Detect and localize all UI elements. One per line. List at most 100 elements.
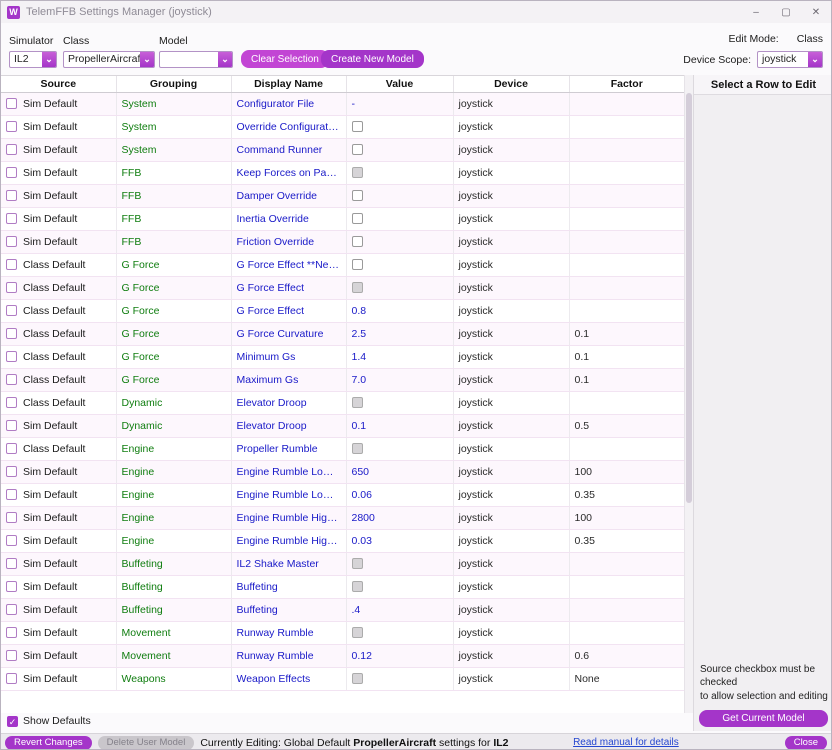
header-value[interactable]: Value: [346, 76, 453, 92]
row-source-checkbox[interactable]: [6, 351, 17, 362]
table-row[interactable]: Class DefaultEnginePropeller Rumblejoyst…: [1, 437, 684, 460]
row-source-checkbox[interactable]: [6, 489, 17, 500]
table-row[interactable]: Sim DefaultSystemConfigurator File-joyst…: [1, 92, 684, 115]
value-checkbox[interactable]: [352, 121, 363, 132]
chevron-down-icon: ⌄: [42, 52, 56, 67]
table-row[interactable]: Sim DefaultSystemCommand Runnerjoystick: [1, 138, 684, 161]
header-factor[interactable]: Factor: [569, 76, 684, 92]
row-source-checkbox[interactable]: [6, 236, 17, 247]
value-checkbox[interactable]: [352, 259, 363, 270]
grouping-cell: G Force: [116, 322, 231, 345]
row-source-checkbox[interactable]: [6, 305, 17, 316]
value-cell: [346, 552, 453, 575]
close-icon[interactable]: ✕: [801, 1, 831, 23]
source-label: Class Default: [23, 397, 85, 409]
row-source-checkbox[interactable]: [6, 282, 17, 293]
model-dropdown[interactable]: ⌄: [159, 51, 233, 68]
value-text: -: [352, 98, 356, 110]
value-checkbox: [352, 443, 363, 454]
row-source-checkbox[interactable]: [6, 558, 17, 569]
row-source-checkbox[interactable]: [6, 374, 17, 385]
table-row[interactable]: Sim DefaultBuffetingIL2 Shake Masterjoys…: [1, 552, 684, 575]
clear-selection-button[interactable]: Clear Selection: [241, 50, 329, 68]
value-checkbox[interactable]: [352, 236, 363, 247]
table-row[interactable]: Sim DefaultEngineEngine Rumble High Int.…: [1, 529, 684, 552]
table-row[interactable]: Class DefaultG ForceMinimum Gs1.4joystic…: [1, 345, 684, 368]
create-new-model-button[interactable]: Create New Model: [321, 50, 424, 68]
table-row[interactable]: Sim DefaultFFBInertia Overridejoystick: [1, 207, 684, 230]
value-checkbox[interactable]: [352, 144, 363, 155]
table-row[interactable]: Sim DefaultSystemOverride Configurator S…: [1, 115, 684, 138]
table-row[interactable]: Sim DefaultMovementRunway Rumble0.12joys…: [1, 644, 684, 667]
table-row[interactable]: Class DefaultG ForceG Force Effect **New…: [1, 253, 684, 276]
value-checkbox[interactable]: [352, 213, 363, 224]
simulator-dropdown[interactable]: IL2 ⌄: [9, 51, 57, 68]
row-source-checkbox[interactable]: [6, 98, 17, 109]
table-row[interactable]: Sim DefaultFFBDamper Overridejoystick: [1, 184, 684, 207]
row-source-checkbox[interactable]: [6, 144, 17, 155]
maximize-icon[interactable]: ▢: [771, 1, 801, 23]
table-row[interactable]: Sim DefaultWeaponsWeapon Effectsjoystick…: [1, 667, 684, 690]
source-label: Class Default: [23, 443, 85, 455]
row-source-checkbox[interactable]: [6, 604, 17, 615]
row-source-checkbox[interactable]: [6, 213, 17, 224]
header-device[interactable]: Device: [453, 76, 569, 92]
scrollbar-thumb[interactable]: [686, 93, 692, 503]
row-source-checkbox[interactable]: [6, 328, 17, 339]
row-source-checkbox[interactable]: [6, 466, 17, 477]
value-text: 650: [352, 466, 370, 478]
table-row[interactable]: Sim DefaultMovementRunway Rumblejoystick: [1, 621, 684, 644]
row-source-checkbox[interactable]: [6, 167, 17, 178]
table-row[interactable]: Sim DefaultEngineEngine Rumble High RP..…: [1, 506, 684, 529]
row-source-checkbox[interactable]: [6, 673, 17, 684]
table-row[interactable]: Sim DefaultEngineEngine Rumble Low Int..…: [1, 483, 684, 506]
header-source[interactable]: Source: [1, 76, 116, 92]
value-cell: [346, 230, 453, 253]
table-row[interactable]: Sim DefaultFFBFriction Overridejoystick: [1, 230, 684, 253]
row-source-checkbox[interactable]: [6, 627, 17, 638]
table-row[interactable]: Sim DefaultBuffetingBuffeting.4joystick: [1, 598, 684, 621]
show-defaults: ✓ Show Defaults: [7, 715, 91, 727]
display-name-cell: Buffeting: [231, 575, 346, 598]
revert-changes-button[interactable]: Revert Changes: [5, 736, 92, 750]
table-row[interactable]: Sim DefaultEngineEngine Rumble Low RPM65…: [1, 460, 684, 483]
value-cell: -: [346, 92, 453, 115]
display-name-cell: IL2 Shake Master: [231, 552, 346, 575]
source-cell: Class Default: [1, 368, 116, 391]
table-row[interactable]: Class DefaultG ForceG Force Effect0.8joy…: [1, 299, 684, 322]
table-row[interactable]: Class DefaultG ForceMaximum Gs7.0joystic…: [1, 368, 684, 391]
row-source-checkbox[interactable]: [6, 650, 17, 661]
show-defaults-checkbox[interactable]: ✓: [7, 716, 18, 727]
header-display-name[interactable]: Display Name: [231, 76, 346, 92]
close-button[interactable]: Close: [785, 736, 827, 750]
row-source-checkbox[interactable]: [6, 121, 17, 132]
value-checkbox[interactable]: [352, 190, 363, 201]
row-source-checkbox[interactable]: [6, 190, 17, 201]
minimize-icon[interactable]: –: [741, 1, 771, 23]
value-cell: 2.5: [346, 322, 453, 345]
row-source-checkbox[interactable]: [6, 443, 17, 454]
row-source-checkbox[interactable]: [6, 535, 17, 546]
row-source-checkbox[interactable]: [6, 512, 17, 523]
factor-cell: [569, 299, 684, 322]
row-source-checkbox[interactable]: [6, 420, 17, 431]
get-current-model-button[interactable]: Get Current Model: [699, 710, 828, 727]
vertical-scrollbar[interactable]: [684, 75, 693, 713]
header-grouping[interactable]: Grouping: [116, 76, 231, 92]
read-manual-link[interactable]: Read manual for details: [573, 737, 679, 748]
table-row[interactable]: Sim DefaultFFBKeep Forces on Pause/S...j…: [1, 161, 684, 184]
table-row[interactable]: Class DefaultG ForceG Force Curvature2.5…: [1, 322, 684, 345]
table-row[interactable]: Class DefaultG ForceG Force Effectjoysti…: [1, 276, 684, 299]
device-scope-dropdown[interactable]: joystick ⌄: [757, 51, 823, 68]
class-dropdown[interactable]: PropellerAircraft ⌄: [63, 51, 155, 68]
row-source-checkbox[interactable]: [6, 581, 17, 592]
table-row[interactable]: Class DefaultDynamicElevator Droopjoysti…: [1, 391, 684, 414]
table-row[interactable]: Sim DefaultDynamicElevator Droop0.1joyst…: [1, 414, 684, 437]
device-cell: joystick: [453, 276, 569, 299]
row-source-checkbox[interactable]: [6, 259, 17, 270]
row-source-checkbox[interactable]: [6, 397, 17, 408]
source-cell: Class Default: [1, 253, 116, 276]
factor-cell: [569, 253, 684, 276]
table-row[interactable]: Sim DefaultBuffetingBuffetingjoystick: [1, 575, 684, 598]
device-cell: joystick: [453, 506, 569, 529]
